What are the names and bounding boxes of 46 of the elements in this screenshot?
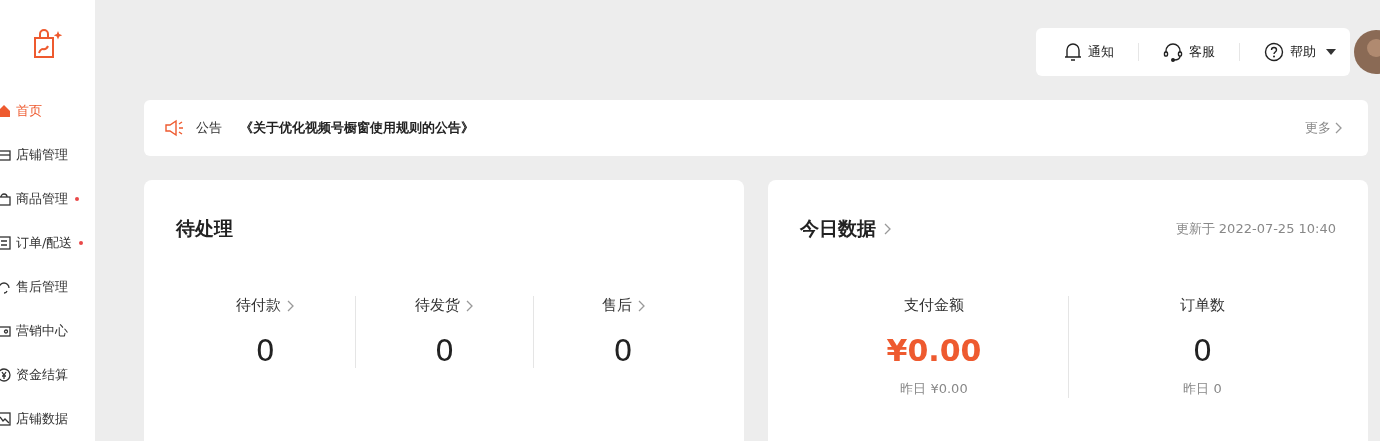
- stat-value: 0: [613, 333, 633, 368]
- toolbar-button[interactable]: 通知: [1064, 42, 1114, 62]
- speaker-icon: [164, 119, 186, 137]
- nav-item[interactable]: 商品管理: [0, 177, 95, 221]
- nav-item[interactable]: 资金结算: [0, 353, 95, 397]
- yesterday-value: 昨日 ¥0.00: [900, 380, 968, 398]
- metric-label: 支付金额: [904, 296, 964, 315]
- stat-value: 0: [434, 333, 455, 368]
- help-icon: [1264, 42, 1284, 62]
- bell-icon: [1064, 42, 1082, 62]
- card-title: 待处理: [176, 216, 233, 241]
- stat-link[interactable]: 售后: [601, 296, 645, 315]
- chevron-right-icon: [1335, 122, 1342, 134]
- notice-link[interactable]: 《关于优化视频号橱窗使用规则的公告》: [240, 119, 1295, 137]
- nav-item[interactable]: 店铺数据: [0, 397, 95, 441]
- chevron-right-icon: [637, 299, 645, 312]
- toolbar-button[interactable]: 客服: [1163, 42, 1215, 62]
- chevron-right-icon: [884, 223, 891, 235]
- card-title-link[interactable]: 今日数据: [800, 216, 891, 242]
- bag-icon: [0, 192, 11, 206]
- toolbar-button[interactable]: 帮助: [1264, 42, 1336, 62]
- money-icon: [0, 368, 11, 382]
- metric-value: 0: [1192, 333, 1213, 368]
- update-time: 更新于 2022-07-25 10:40: [1175, 220, 1336, 238]
- chart-icon: [0, 412, 11, 426]
- nav-item[interactable]: 订单/配送: [0, 221, 95, 265]
- ticket-icon: [0, 324, 11, 338]
- nav-item[interactable]: 店铺管理: [0, 133, 95, 177]
- stat-link[interactable]: 待付款: [236, 296, 295, 315]
- nav-item[interactable]: 首页: [0, 89, 95, 133]
- chevron-right-icon: [287, 299, 295, 312]
- store-icon: [0, 148, 11, 162]
- chevron-right-icon: [466, 299, 474, 312]
- home-icon: [0, 104, 11, 118]
- stat-link[interactable]: 待发货: [415, 296, 474, 315]
- notice-label: 公告: [196, 119, 222, 137]
- stat-value: 0: [255, 333, 275, 368]
- metric-label: 订单数: [1180, 296, 1225, 315]
- yesterday-value: 昨日 0: [1183, 380, 1222, 398]
- headset-icon: [1163, 42, 1183, 62]
- metric-value: ¥0.00: [886, 333, 982, 368]
- nav-item[interactable]: 售后管理: [0, 265, 95, 309]
- more-link[interactable]: 更多: [1305, 119, 1342, 137]
- logo-icon: [31, 28, 64, 59]
- nav-item[interactable]: 营销中心: [0, 309, 95, 353]
- order-icon: [0, 236, 11, 250]
